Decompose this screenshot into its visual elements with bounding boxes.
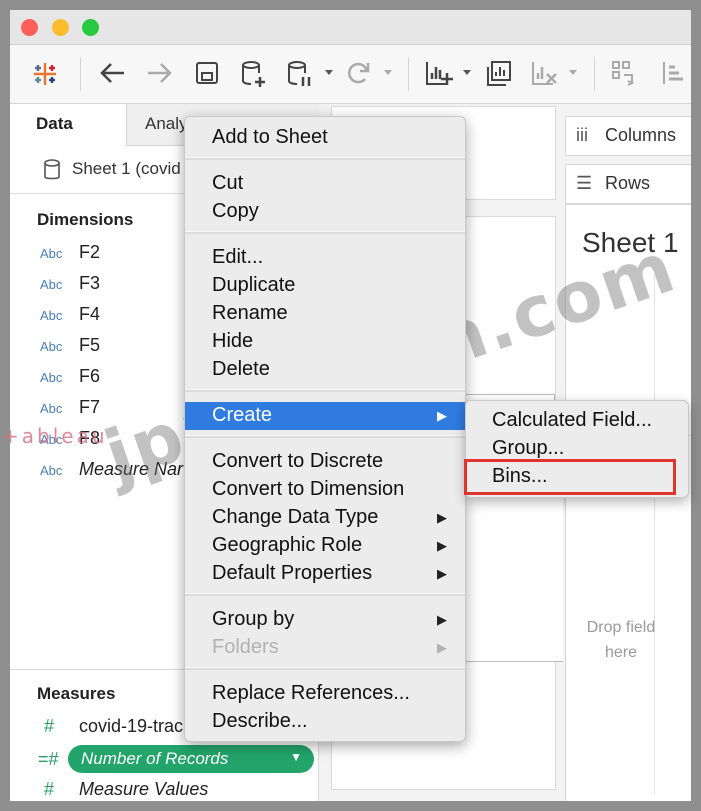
tab-data-label: Data [36, 114, 73, 133]
menu-separator [185, 593, 465, 596]
submenu-item-calculated-field[interactable]: Calculated Field... [466, 407, 688, 435]
menu-item-rename[interactable]: Rename [185, 300, 465, 328]
sort-ascending-icon[interactable] [658, 59, 686, 89]
menu-item-folders: Folders ▶ [212, 636, 447, 658]
menu-item-hide[interactable]: Hide [185, 328, 465, 356]
submenu-arrow-icon: ▶ [437, 510, 447, 525]
field-name: F3 [79, 273, 101, 293]
menu-item-convert-to-dimension[interactable]: Convert to Dimension [185, 476, 465, 504]
menu-item-duplicate[interactable]: Duplicate [185, 272, 465, 300]
field-name: F7 [79, 397, 101, 417]
datasource-name: Sheet 1 (covid [72, 159, 181, 178]
menu-item-replace-references[interactable]: Replace References... [185, 680, 465, 708]
dropdown-caret-icon[interactable]: ▼ [290, 750, 302, 764]
string-type-icon: Abc [40, 370, 63, 385]
menu-item-default-properties[interactable]: Default Properties ▶ [185, 560, 465, 588]
field-name: Measure Values [79, 779, 209, 799]
field-name: F5 [79, 335, 101, 355]
title-bar [10, 10, 691, 45]
rows-label: Rows [605, 173, 651, 193]
menu-item-convert-to-discrete[interactable]: Convert to Discrete [185, 448, 465, 476]
menu-item-delete[interactable]: Delete [185, 356, 465, 384]
tableau-watermark-logo: +ableau [2, 424, 108, 448]
menu-item-change-data-type[interactable]: Change Data Type ▶ [185, 504, 465, 532]
rows-shelf[interactable]: ☰ Rows [565, 164, 691, 204]
string-type-icon: Abc [40, 277, 63, 292]
menu-item-group-by[interactable]: Group by ▶ [185, 606, 465, 634]
menu-item-cut[interactable]: Cut [185, 170, 465, 198]
menu-item-describe[interactable]: Describe... [185, 708, 465, 736]
field-name: covid-19-trac [79, 716, 184, 736]
bins-callout-box [464, 459, 676, 495]
swap-rows-columns-icon[interactable] [610, 59, 638, 89]
tab-analytics-label: Analy [145, 114, 188, 133]
string-type-icon: Abc [40, 401, 63, 416]
duplicate-sheet-icon[interactable] [484, 59, 514, 89]
clear-sheet-icon[interactable] [530, 59, 560, 89]
menu-item-copy[interactable]: Copy [185, 198, 465, 226]
toolbar [10, 45, 691, 104]
submenu-arrow-icon: ▶ [437, 640, 447, 655]
string-type-icon: Abc [40, 463, 63, 478]
dimensions-header: Dimensions [37, 210, 134, 229]
pause-updates-icon[interactable] [286, 59, 314, 89]
divider [654, 275, 655, 795]
close-window-button[interactable] [21, 19, 38, 36]
string-type-icon: Abc [40, 339, 63, 354]
dropdown-caret-icon[interactable] [383, 69, 393, 77]
dropdown-caret-icon[interactable] [568, 69, 578, 77]
field-name: F6 [79, 366, 101, 386]
tab-data[interactable]: Data [10, 104, 126, 146]
refresh-icon[interactable] [344, 59, 372, 87]
tableau-logo-icon[interactable] [32, 61, 58, 87]
zoom-window-button[interactable] [82, 19, 99, 36]
columns-shelf[interactable]: iii Columns [565, 116, 691, 156]
submenu-arrow-icon: ▶ [437, 612, 447, 627]
number-type-icon: # [44, 779, 55, 799]
columns-label: Columns [605, 125, 677, 145]
menu-item-geographic-role[interactable]: Geographic Role ▶ [185, 532, 465, 560]
submenu-arrow-icon: ▶ [437, 566, 447, 581]
field-name: F2 [79, 242, 101, 262]
menu-separator [185, 435, 465, 438]
measures-header: Measures [37, 684, 116, 703]
save-icon[interactable] [194, 59, 220, 87]
field-context-menu: Add to Sheet Cut Copy Edit... Duplicate … [184, 116, 466, 742]
drop-field-hint: Drop field here [586, 619, 656, 661]
string-type-icon: Abc [40, 246, 63, 261]
minimize-window-button[interactable] [52, 19, 69, 36]
menu-separator [185, 157, 465, 160]
number-type-icon: # [44, 716, 55, 736]
string-type-icon: Abc [40, 308, 63, 323]
dropdown-caret-icon[interactable] [462, 69, 472, 77]
rows-icon: ☰ [576, 173, 593, 193]
menu-item-edit[interactable]: Edit... [185, 244, 465, 272]
back-arrow-icon[interactable] [98, 59, 128, 87]
submenu-arrow-icon: ▶ [437, 408, 447, 423]
menu-separator [185, 231, 465, 234]
menu-separator [185, 389, 465, 392]
measure-field-measure-values[interactable]: # Measure Values [10, 777, 310, 801]
menu-item-add-to-sheet[interactable]: Add to Sheet [185, 124, 465, 152]
field-name: Number of Records [81, 749, 229, 768]
new-datasource-icon[interactable] [240, 59, 268, 89]
field-name: F4 [79, 304, 101, 324]
database-icon [44, 159, 60, 180]
forward-arrow-icon[interactable] [144, 59, 174, 87]
dropdown-caret-icon[interactable] [324, 69, 334, 77]
submenu-arrow-icon: ▶ [437, 538, 447, 553]
columns-icon: iii [576, 125, 588, 145]
new-worksheet-icon[interactable] [424, 59, 454, 89]
calculated-number-icon: =# [38, 749, 59, 769]
menu-separator [185, 667, 465, 670]
measure-field-number-of-records[interactable]: Number of Records ▼ [68, 745, 314, 773]
menu-item-create[interactable]: Create ▶ [185, 402, 465, 430]
